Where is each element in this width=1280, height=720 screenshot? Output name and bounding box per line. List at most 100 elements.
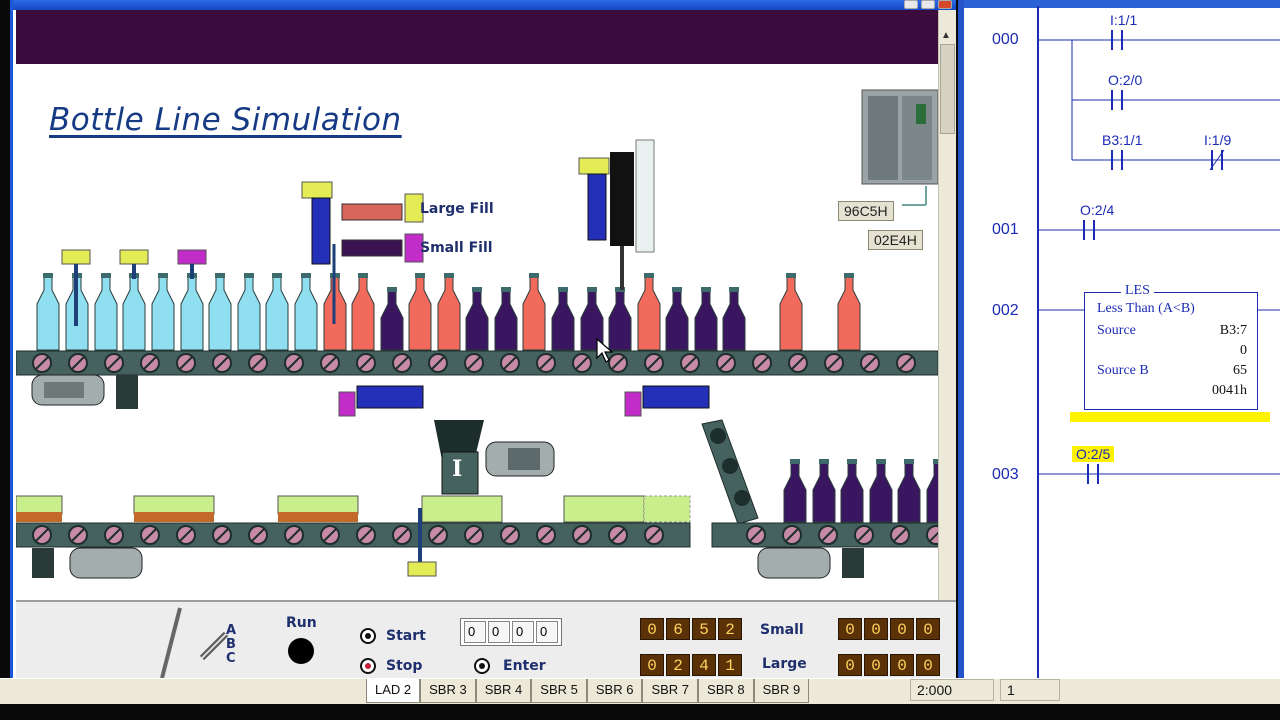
contact-address[interactable]: I:1/1 — [1110, 12, 1137, 28]
contact-address[interactable]: O:2/4 — [1080, 202, 1114, 218]
bottle-icon — [869, 461, 893, 523]
enter-label: Enter — [503, 658, 546, 674]
run-indicator-light — [288, 638, 314, 664]
small-fill-label: Small Fill — [420, 240, 493, 256]
contact-address-highlighted[interactable]: O:2/5 — [1072, 446, 1115, 462]
les-source-b-label: Source B — [1097, 363, 1149, 378]
bottle-cap-icon — [847, 459, 857, 464]
tab-sbr7[interactable]: SBR 7 — [642, 679, 699, 703]
thumbwheel-digit[interactable]: 0 — [536, 621, 558, 643]
abc-label: A B C — [226, 623, 237, 666]
vertical-scrollbar[interactable]: ▲ — [938, 10, 956, 600]
les-mnemonic: LES — [1121, 283, 1154, 299]
bottle-cap-icon — [158, 273, 168, 278]
thumbwheel-digit[interactable]: 0 — [512, 621, 534, 643]
status-bar: LAD 2 SBR 3 SBR 4 SBR 5 SBR 6 SBR 7 SBR … — [0, 678, 1280, 704]
bottle-cap-icon — [819, 459, 829, 464]
bottle-cap-icon — [587, 287, 597, 292]
bottle-cap-icon — [472, 287, 482, 292]
thumbwheel-digit[interactable]: 0 — [488, 621, 510, 643]
packer-funnel: I — [434, 420, 555, 495]
tab-sbr3[interactable]: SBR 3 — [420, 679, 476, 703]
bottle-icon — [294, 275, 318, 351]
bottle-cap-icon — [387, 287, 397, 292]
window-titlebar[interactable] — [13, 0, 956, 10]
bottle-icon — [122, 275, 146, 351]
tab-sbr8[interactable]: SBR 8 — [698, 679, 754, 703]
bottle-icon — [837, 275, 861, 351]
cases — [16, 495, 691, 523]
bottle-icon — [637, 275, 661, 351]
ladder-editor: 000 I:1/1 O:2/0 B3:1/1 I:1/9 001 O:2/4 0… — [958, 0, 1280, 678]
bottle-cap-icon — [529, 273, 539, 278]
tab-sbr4[interactable]: SBR 4 — [475, 679, 532, 703]
les-instruction-block[interactable]: LES Less Than (A<B) Source B3:7 0 Source… — [1084, 283, 1258, 410]
scroll-up-arrow-icon[interactable]: ▲ — [941, 30, 951, 41]
bottle-icon — [665, 289, 689, 351]
rung-number: 002 — [992, 302, 1019, 319]
window-controls — [904, 0, 952, 9]
counter-digit: 1 — [718, 654, 742, 676]
bottle-cap-icon — [729, 287, 739, 292]
maximize-button[interactable] — [921, 0, 935, 9]
scroll-thumb[interactable] — [940, 44, 955, 134]
bottle-icon — [351, 275, 375, 351]
les-source-label: Source — [1097, 323, 1136, 338]
bottle-icon — [522, 275, 546, 351]
les-source[interactable]: B3:7 — [1220, 323, 1247, 339]
tab-sbr9[interactable]: SBR 9 — [753, 679, 810, 703]
bottle-icon — [437, 275, 461, 351]
rung-number: 000 — [992, 31, 1019, 48]
capper-assembly — [578, 139, 655, 290]
bottle-icon — [36, 275, 60, 351]
contact-address[interactable]: O:2/0 — [1108, 72, 1142, 88]
tab-lad2[interactable]: LAD 2 — [366, 679, 421, 703]
enter-radio[interactable] — [474, 658, 490, 674]
bottle-icon — [180, 275, 204, 351]
bottle-cap-icon — [876, 459, 886, 464]
simulation-window: ▲ Bottle Line Simulation I Large Fill Sm… — [10, 0, 956, 684]
bottle-icon — [783, 461, 807, 523]
close-button[interactable] — [938, 0, 952, 9]
status-value: 1 — [1000, 679, 1060, 701]
bottle-cap-icon — [101, 273, 111, 278]
counter-digit: 0 — [838, 618, 862, 640]
bottle-cap-icon — [933, 459, 938, 464]
counter-digit: 0 — [916, 618, 940, 640]
thumbwheel-input[interactable]: 0 0 0 0 — [460, 618, 562, 646]
tab-sbr6[interactable]: SBR 6 — [586, 679, 643, 703]
start-radio[interactable] — [360, 628, 376, 644]
bottle-icon — [926, 461, 938, 523]
bottle-icon — [265, 275, 289, 351]
les-source-b[interactable]: 65 — [1233, 363, 1247, 379]
large-counter-label: Large — [762, 656, 807, 672]
desktop: ▲ Bottle Line Simulation I Large Fill Sm… — [0, 0, 1280, 720]
counter-digit: 6 — [666, 618, 690, 640]
bottle-cap-icon — [904, 459, 914, 464]
bottle-cap-icon — [272, 273, 282, 278]
counter-digit: 0 — [864, 618, 888, 640]
small-counter-right: 0 0 0 0 — [838, 618, 940, 640]
contact-address[interactable]: I:1/9 — [1204, 132, 1231, 148]
contact-address[interactable]: B3:1/1 — [1102, 132, 1142, 148]
bottle-cap-icon — [415, 273, 425, 278]
bottle-cap-icon — [558, 287, 568, 292]
bottle-icon — [694, 289, 718, 351]
bottle-cap-icon — [672, 287, 682, 292]
stop-radio[interactable] — [360, 658, 376, 674]
bottle-icon — [151, 275, 175, 351]
counter-digit: 2 — [718, 618, 742, 640]
bottle-cap-icon — [844, 273, 854, 278]
tab-sbr5[interactable]: SBR 5 — [531, 679, 587, 703]
minimize-button[interactable] — [904, 0, 918, 9]
mouse-cursor-icon — [596, 338, 614, 363]
bottle-cap-icon — [244, 273, 254, 278]
diverter-cylinders — [338, 385, 710, 417]
les-name: Less Than (A<B) — [1097, 301, 1195, 316]
large-fill-label: Large Fill — [420, 201, 494, 217]
thumbwheel-digit[interactable]: 0 — [464, 621, 486, 643]
start-label: Start — [386, 628, 426, 644]
run-label: Run — [286, 615, 317, 631]
top-motor-icon — [31, 374, 138, 409]
bottle-cap-icon — [358, 273, 368, 278]
